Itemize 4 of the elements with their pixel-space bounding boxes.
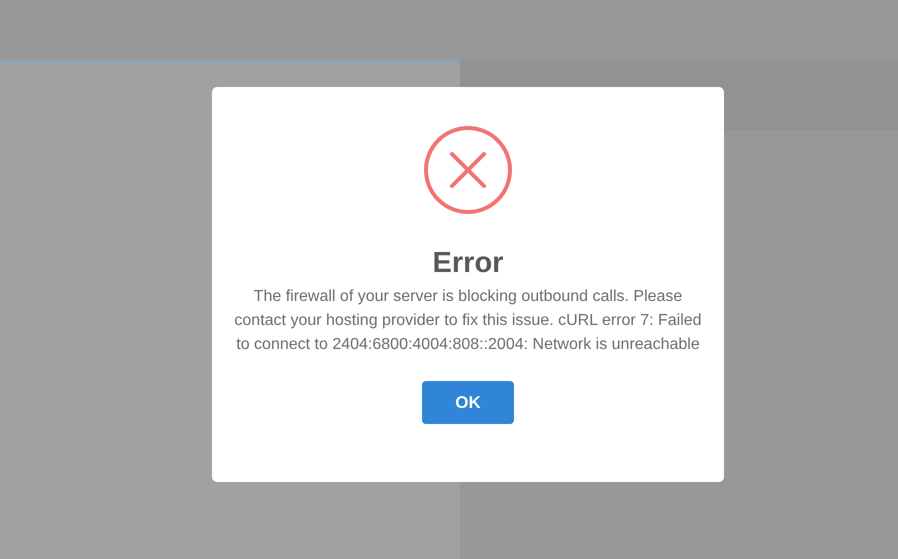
error-icon: [424, 126, 512, 214]
dialog-title: Error: [432, 246, 504, 281]
error-message: The firewall of your server is blocking outbound calls. Please contact your hosting provider to fix this issue. cURL error 7: Failed to connect to 2404:6800:4004:808::2004: Network is unreachable: [233, 287, 703, 355]
ok-button[interactable]: OK: [422, 381, 514, 424]
